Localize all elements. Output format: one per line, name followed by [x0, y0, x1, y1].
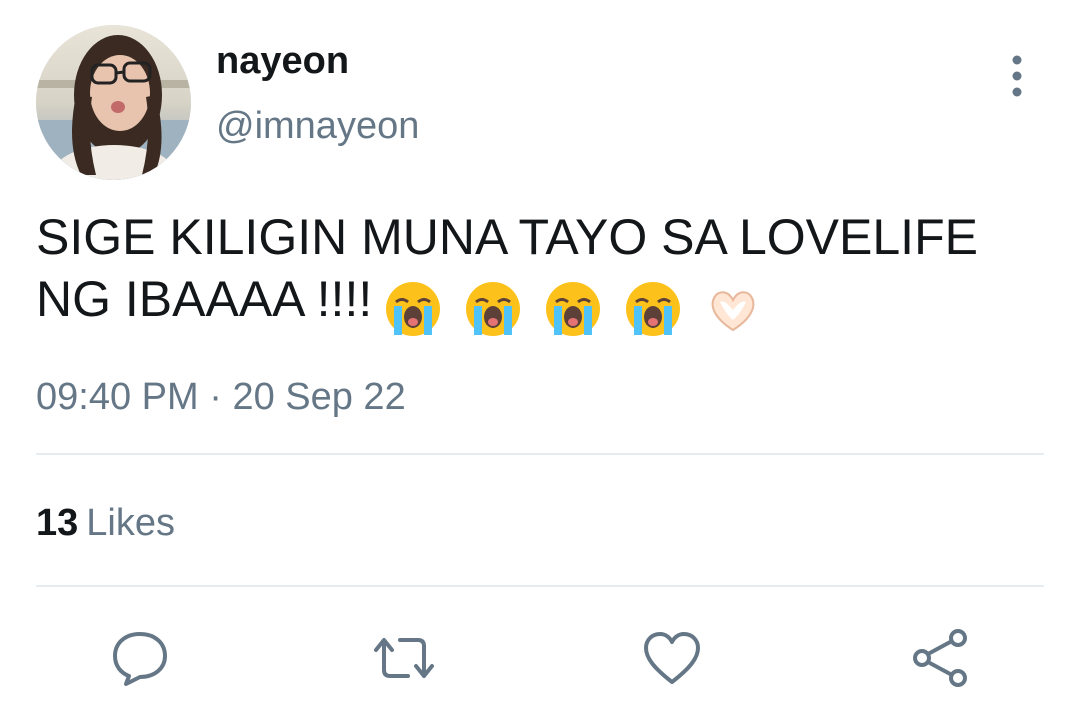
tweet-text-fragment: NG IBAAAA !!!! — [36, 271, 373, 327]
tweet-text-line: NG IBAAAA !!!! — [36, 268, 1036, 336]
tweet-timestamp: 09:40 PM · 20 Sep 22 — [36, 374, 406, 420]
heart-hands-icon — [711, 291, 755, 332]
tweet-text: SIGE KILIGIN MUNA TAYO SA LOVELIFE NG IB… — [36, 206, 1036, 336]
loudly-crying-face-icon — [386, 282, 441, 336]
share-button[interactable] — [908, 626, 972, 690]
loudly-crying-face-icon — [546, 282, 601, 336]
share-icon — [913, 629, 967, 687]
reply-button[interactable] — [108, 626, 172, 690]
retweet-icon — [374, 638, 434, 678]
retweet-button[interactable] — [372, 626, 436, 690]
like-button[interactable] — [640, 626, 704, 690]
reply-icon — [113, 632, 167, 686]
likes-count: 13 — [36, 502, 79, 544]
divider — [36, 585, 1044, 587]
emoji-row — [384, 280, 770, 342]
loudly-crying-face-icon — [466, 282, 521, 336]
tweet-time: 09:40 PM — [36, 376, 199, 418]
more-options-icon[interactable] — [1000, 52, 1034, 100]
author-handle[interactable]: @imnayeon — [216, 103, 419, 149]
loudly-crying-face-icon — [625, 282, 680, 336]
tweet-date: 20 Sep 22 — [232, 376, 406, 418]
likes-summary[interactable]: 13 Likes — [36, 500, 175, 546]
divider — [36, 453, 1044, 455]
avatar[interactable] — [36, 25, 191, 180]
likes-label: Likes — [86, 502, 175, 544]
author-display-name[interactable]: nayeon — [216, 38, 349, 84]
tweet-text-line: SIGE KILIGIN MUNA TAYO SA LOVELIFE — [36, 209, 978, 265]
like-icon — [644, 632, 700, 684]
meta-separator: · — [209, 376, 222, 418]
